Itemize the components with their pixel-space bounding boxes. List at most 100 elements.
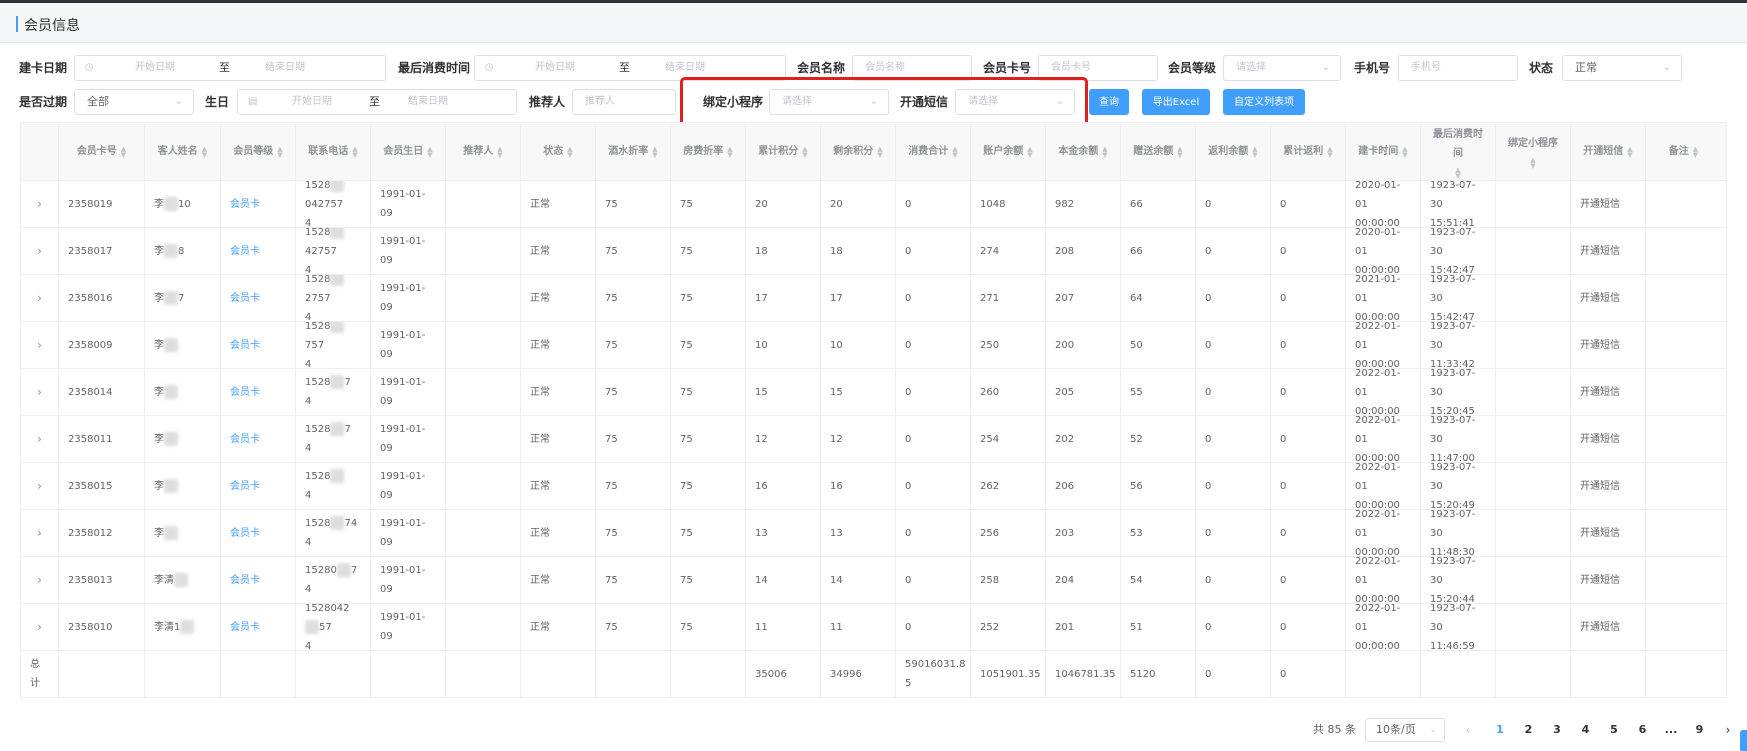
cell-remark: [1646, 181, 1721, 227]
cell-level-link[interactable]: 会员卡: [221, 510, 296, 556]
header-card-no[interactable]: 会员卡号 ▲ ▼: [59, 123, 145, 180]
header-name[interactable]: 客人姓名 ▲ ▼: [145, 123, 221, 180]
cell-remark: [1646, 369, 1721, 415]
range-start[interactable]: 开始日期: [292, 90, 332, 114]
export-excel-button[interactable]: 导出Excel: [1142, 89, 1210, 115]
cell-level-link[interactable]: 会员卡: [221, 275, 296, 321]
cell-card-no: 2358011: [59, 416, 145, 462]
cell-sms: 开通短信: [1571, 557, 1646, 603]
header-level[interactable]: 会员等级 ▲ ▼: [221, 123, 296, 180]
cell-referrer: [446, 228, 521, 274]
floating-widget[interactable]: [1740, 730, 1747, 751]
birthday-range-picker[interactable]: ▤ 开始日期 至 结束日期: [237, 89, 517, 115]
cell-level-link[interactable]: 会员卡: [221, 557, 296, 603]
table-row[interactable]: › 2358013 李清 会员卡 15280 7 4 1991-01-09 正常 75 75 14 14…: [21, 557, 1726, 604]
page-number[interactable]: 3: [1545, 719, 1569, 741]
page-number[interactable]: 2: [1517, 719, 1541, 741]
page-number[interactable]: 5: [1602, 719, 1626, 741]
cell-last-consume-time: 1923-07-30 15:51:41: [1421, 181, 1496, 227]
header-phone[interactable]: 联系电话 ▲ ▼: [296, 123, 371, 180]
header-mini-program[interactable]: 绑定小程序 ▲ ▼: [1496, 123, 1571, 180]
expand-row-icon[interactable]: ›: [21, 557, 59, 603]
table-row[interactable]: › 2358014 李会员卡 1528 7 4 1991-01-09 正常 75 75 15 15 0 2…: [21, 369, 1726, 416]
prev-page-icon[interactable]: ‹: [1458, 719, 1478, 741]
sort-icon: ▲ ▼: [802, 144, 808, 159]
cell-level-link[interactable]: 会员卡: [221, 322, 296, 368]
table-row[interactable]: › 2358010 李清1 会员卡 152804257 4 1991-01-09 正常 75 75…: [21, 604, 1726, 651]
cell-level-link[interactable]: 会员卡: [221, 604, 296, 650]
table-row[interactable]: › 2358009 李会员卡 1528757 4 1991-01-09 正常 75 75 10 10…: [21, 322, 1726, 369]
expand-row-icon[interactable]: ›: [21, 228, 59, 274]
header-status[interactable]: 状态 ▲ ▼: [521, 123, 596, 180]
cell-room-discount: 75: [671, 510, 746, 556]
expand-row-icon[interactable]: ›: [21, 275, 59, 321]
header-sms[interactable]: 开通短信 ▲ ▼: [1571, 123, 1646, 180]
cell-level-link[interactable]: 会员卡: [221, 463, 296, 509]
header-gift-balance[interactable]: 赠送余额 ▲ ▼: [1121, 123, 1196, 180]
phone-input[interactable]: 手机号: [1398, 55, 1518, 81]
status-select[interactable]: 正常 ⌄: [1562, 55, 1682, 81]
header-points-total[interactable]: 累计积分 ▲ ▼: [746, 123, 821, 180]
custom-columns-button[interactable]: 自定义列表项: [1223, 89, 1305, 115]
next-page-icon[interactable]: ›: [1718, 719, 1738, 741]
page-number[interactable]: 6: [1631, 719, 1655, 741]
page-number[interactable]: 4: [1574, 719, 1598, 741]
page-ellipsis[interactable]: ...: [1659, 719, 1683, 741]
table-row[interactable]: › 2358011 李会员卡 1528 7 4 1991-01-09 正常 75 75 12 12 0 2…: [21, 416, 1726, 463]
filter-label-level: 会员等级: [1168, 61, 1217, 75]
card-date-range-picker[interactable]: ◷ 开始日期 至 结束日期: [74, 55, 386, 81]
table-row[interactable]: › 2358016 李 7 会员卡 15282757 4 1991-01-09 正常 75 75 17…: [21, 275, 1726, 322]
header-last-consume-time[interactable]: 最后消费时间 ▲ ▼: [1421, 123, 1496, 180]
table-row[interactable]: › 2358019 李 10 会员卡 1528042757 4 1991-01-09 正常 75 7…: [21, 181, 1726, 228]
header-card-time[interactable]: 建卡时间 ▲ ▼: [1346, 123, 1421, 180]
page-number[interactable]: 1: [1488, 719, 1512, 741]
cell-card-no: 2358012: [59, 510, 145, 556]
header-rebate-balance[interactable]: 返利余额 ▲ ▼: [1196, 123, 1271, 180]
cell-phone: 1528 7 4: [296, 369, 371, 415]
cell-card-no: 2358009: [59, 322, 145, 368]
cell-birthday: 1991-01-09: [371, 275, 446, 321]
expand-row-icon[interactable]: ›: [21, 604, 59, 650]
expand-row-icon[interactable]: ›: [21, 181, 59, 227]
header-room-discount[interactable]: 房费折率 ▲ ▼: [671, 123, 746, 180]
cell-level-link[interactable]: 会员卡: [221, 181, 296, 227]
expired-select[interactable]: 全部 ⌄: [74, 89, 194, 115]
header-referrer[interactable]: 推荐人 ▲ ▼: [446, 123, 521, 180]
cell-rebate-balance: 0: [1196, 557, 1271, 603]
page-number[interactable]: 9: [1688, 719, 1712, 741]
referrer-input[interactable]: 推荐人: [572, 89, 676, 115]
range-separator: 至: [219, 61, 230, 74]
cell-gift-balance: 66: [1121, 228, 1196, 274]
cell-level-link[interactable]: 会员卡: [221, 369, 296, 415]
expand-row-icon[interactable]: ›: [21, 369, 59, 415]
query-button[interactable]: 查询: [1089, 89, 1129, 115]
cell-level-link[interactable]: 会员卡: [221, 416, 296, 462]
range-end[interactable]: 结束日期: [408, 90, 448, 114]
header-rebate-total[interactable]: 累计返利 ▲ ▼: [1271, 123, 1346, 180]
expand-row-icon[interactable]: ›: [21, 416, 59, 462]
expand-row-icon[interactable]: ›: [21, 510, 59, 556]
range-start[interactable]: 开始日期: [535, 56, 575, 80]
level-select[interactable]: 请选择 ⌄: [1223, 55, 1341, 81]
table-row[interactable]: › 2358012 李会员卡 1528 74 4 1991-01-09 正常 75 75 13 13 0…: [21, 510, 1726, 557]
redaction-blur: [164, 197, 178, 211]
header-consume-total[interactable]: 消费合计 ▲ ▼: [896, 123, 971, 180]
header-account-balance[interactable]: 账户余额 ▲ ▼: [971, 123, 1046, 180]
header-birthday[interactable]: 会员生日 ▲ ▼: [371, 123, 446, 180]
header-points-left[interactable]: 剩余积分 ▲ ▼: [821, 123, 896, 180]
expand-row-icon[interactable]: ›: [21, 463, 59, 509]
page-size-select[interactable]: 10条/页 ⌄: [1365, 718, 1445, 742]
table-row[interactable]: › 2358015 李会员卡 1528 4 1991-01-09 正常 75 75 16 16 0 26…: [21, 463, 1726, 510]
header-drink-discount[interactable]: 酒水折率 ▲ ▼: [596, 123, 671, 180]
table-row[interactable]: › 2358017 李 8 会员卡 152842757 4 1991-01-09 正常 75 75 1…: [21, 228, 1726, 275]
cell-sms: 开通短信: [1571, 275, 1646, 321]
range-end[interactable]: 结束日期: [265, 56, 305, 80]
sort-icon: ▲ ▼: [1252, 144, 1258, 159]
cell-mini-program: [1496, 510, 1571, 556]
header-principal-balance[interactable]: 本金余额 ▲ ▼: [1046, 123, 1121, 180]
header-remark[interactable]: 备注 ▲ ▼: [1646, 123, 1721, 180]
cell-level-link[interactable]: 会员卡: [221, 228, 296, 274]
range-start[interactable]: 开始日期: [135, 56, 175, 80]
cell-consume-total: 0: [896, 322, 971, 368]
expand-row-icon[interactable]: ›: [21, 322, 59, 368]
